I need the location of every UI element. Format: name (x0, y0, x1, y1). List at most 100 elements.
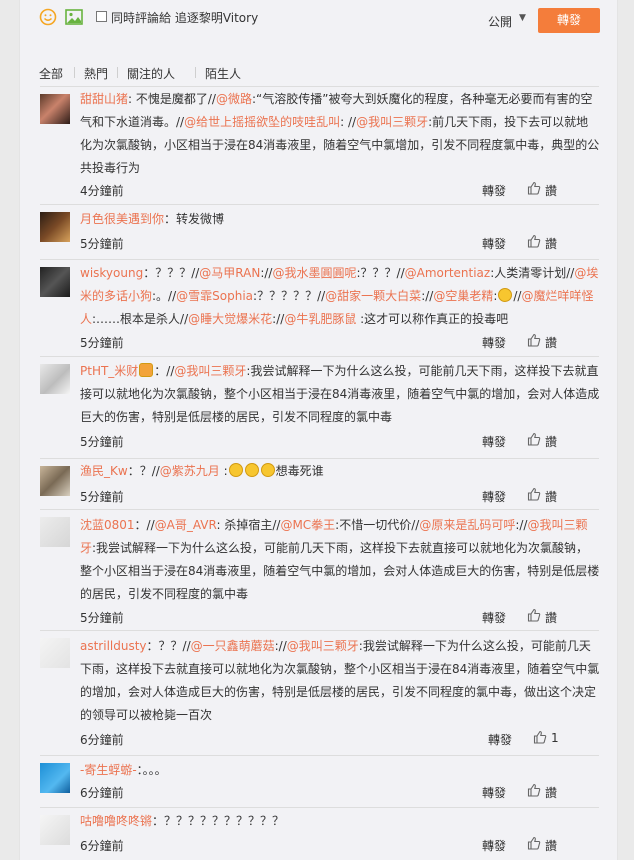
comment-like-link[interactable]: 讚 (545, 235, 557, 252)
comment-text-segment: 想毒死谁 (275, 464, 324, 478)
commenter-name[interactable]: 沈蓝0801 (80, 518, 135, 532)
comment-text-segment: :这才可以称作真正的投毒吧 (356, 312, 509, 326)
comment-time: 5分鐘前 (80, 237, 124, 251)
avatar[interactable] (40, 815, 70, 845)
comment-meta: 5分鐘前 轉發 讚 (80, 333, 600, 351)
comment-text-segment: ：// (134, 518, 155, 532)
tab-hot[interactable]: 熱門 (84, 65, 108, 82)
commenter-name[interactable]: astrilldusty (80, 639, 147, 653)
comment-text: 咕噜噜咚咚锵：？？？？？？？？？？ (80, 810, 600, 833)
mention-link[interactable]: @我叫三颗牙 (174, 364, 246, 378)
avatar[interactable] (40, 517, 70, 547)
comment-text-segment: : (493, 289, 498, 303)
comment-text-segment: ：？？// (146, 639, 191, 653)
thumbs-up-icon[interactable] (533, 730, 547, 744)
avatar[interactable] (40, 364, 70, 394)
mention-link[interactable]: @我叫三颗牙 (287, 639, 359, 653)
thumbs-up-icon[interactable] (527, 783, 541, 797)
comment-forward-link[interactable]: 轉發 (482, 488, 506, 505)
comment-text-segment: : 杀掉宿主// (216, 518, 281, 532)
mention-link[interactable]: @我叫三颗牙 (356, 115, 428, 129)
comment-forward-link[interactable]: 轉發 (482, 182, 506, 199)
emoji-icon (228, 463, 243, 477)
also-comment-checkbox[interactable] (96, 11, 107, 22)
chevron-down-icon[interactable]: ▼ (519, 13, 526, 23)
mention-link[interactable]: @空巢老精 (433, 289, 493, 303)
mention-link[interactable]: @紫苏九月 (160, 464, 220, 478)
smile-icon[interactable] (39, 8, 57, 26)
emoji-icon (498, 288, 513, 302)
comment-like-link[interactable]: 讚 (545, 182, 557, 199)
comment-forward-link[interactable]: 轉發 (482, 334, 506, 351)
tab-strangers[interactable]: 陌生人 (205, 65, 241, 82)
avatar[interactable] (40, 94, 70, 124)
thumbs-up-icon[interactable] (527, 836, 541, 850)
comment-like-link[interactable]: 讚 (545, 488, 557, 505)
commenter-name[interactable]: 渔民_Kw (80, 464, 128, 478)
comment-forward-link[interactable]: 轉發 (482, 609, 506, 626)
comment-forward-link[interactable]: 轉發 (482, 784, 506, 801)
comment-text-segment: :人类清零计划// (490, 266, 575, 280)
comment-text: 沈蓝0801：//@A哥_AVR: 杀掉宿主//@MC拳王:不惜一切代价//@原… (80, 514, 600, 606)
comment-meta: 6分鐘前 轉發 1 (80, 730, 600, 748)
commenter-name[interactable]: 甜甜山猪 (80, 92, 128, 106)
comment-forward-link[interactable]: 轉發 (482, 235, 506, 252)
mention-link[interactable]: @微路 (216, 92, 252, 106)
visibility-select[interactable]: 公開 (488, 13, 512, 30)
comment-time: 5分鐘前 (80, 611, 124, 625)
mention-link[interactable]: @甜家一颗大白菜 (325, 289, 421, 303)
mention-link[interactable]: @我水墨圓圓呢 (272, 266, 356, 280)
mention-link[interactable]: @原来是乱码可呼 (419, 518, 515, 532)
mention-link[interactable]: @牛乳肥豚鼠 (284, 312, 356, 326)
comment-text-segment: :// (515, 518, 528, 532)
comment-forward-link[interactable]: 轉發 (482, 433, 506, 450)
comment-divider (40, 630, 599, 631)
comment-like-link[interactable]: 讚 (545, 784, 557, 801)
thumbs-up-icon[interactable] (527, 487, 541, 501)
thumbs-up-icon[interactable] (527, 181, 541, 195)
comment-text: 渔民_Kw：？//@紫苏九月 : 想毒死谁 (80, 460, 600, 483)
forward-button[interactable]: 轉發 (538, 8, 600, 33)
thumbs-up-icon[interactable] (527, 333, 541, 347)
avatar[interactable] (40, 763, 70, 793)
mention-link[interactable]: @A哥_AVR (155, 518, 217, 532)
comment-forward-link[interactable]: 轉發 (488, 731, 512, 748)
mention-link[interactable]: @一只鑫萌蘑菇 (191, 639, 275, 653)
comment-text: -寄生蜉蝣-：。。。 (80, 759, 600, 782)
mention-link[interactable]: @睡大觉爆米花 (188, 312, 272, 326)
comment-divider (40, 356, 599, 357)
commenter-name[interactable]: 月色很美遇到你 (80, 212, 164, 226)
commenter-name[interactable]: -寄生蜉蝣- (80, 763, 137, 777)
avatar[interactable] (40, 638, 70, 668)
comment-like-link[interactable]: 讚 (545, 837, 557, 854)
comment-like-link[interactable]: 讚 (545, 609, 557, 626)
commenter-name[interactable]: wiskyoung (80, 266, 143, 280)
avatar[interactable] (40, 267, 70, 297)
thumbs-up-icon[interactable] (527, 608, 541, 622)
comment-like-link[interactable]: 讚 (545, 334, 557, 351)
tab-following[interactable]: 關注的人 (127, 65, 175, 82)
image-icon[interactable] (65, 9, 83, 25)
comment-text-segment: : (219, 464, 228, 478)
mention-link[interactable]: @Amortentiaz (405, 266, 491, 280)
comment-item: PtHT_米财 ：//@我叫三颗牙:我尝试解释一下为什么这么投，可能前几天下雨，这… (20, 356, 617, 453)
like-count[interactable]: 1 (551, 731, 559, 745)
comment-divider (40, 204, 599, 205)
thumbs-up-icon[interactable] (527, 432, 541, 446)
mention-link[interactable]: @给世上摇摇欲坠的吱哇乱叫 (184, 115, 340, 129)
comment-divider (40, 807, 599, 808)
commenter-name[interactable]: PtHT_米财 (80, 364, 138, 378)
emoji-icon (260, 463, 275, 477)
comment-forward-link[interactable]: 轉發 (482, 837, 506, 854)
tab-all[interactable]: 全部 (39, 65, 63, 82)
mention-link[interactable]: @MC拳王 (280, 518, 335, 532)
commenter-name[interactable]: 咕噜噜咚咚锵 (80, 814, 152, 828)
mention-link[interactable]: @马甲RAN (199, 266, 260, 280)
thumbs-up-icon[interactable] (527, 234, 541, 248)
mention-link[interactable]: @雪霏Sophia (176, 289, 253, 303)
avatar[interactable] (40, 212, 70, 242)
comment-meta: 5分鐘前 轉發 讚 (80, 234, 600, 252)
comment-like-link[interactable]: 讚 (545, 433, 557, 450)
comment-text-segment: : 不愧是魔都了// (128, 92, 216, 106)
avatar[interactable] (40, 466, 70, 496)
